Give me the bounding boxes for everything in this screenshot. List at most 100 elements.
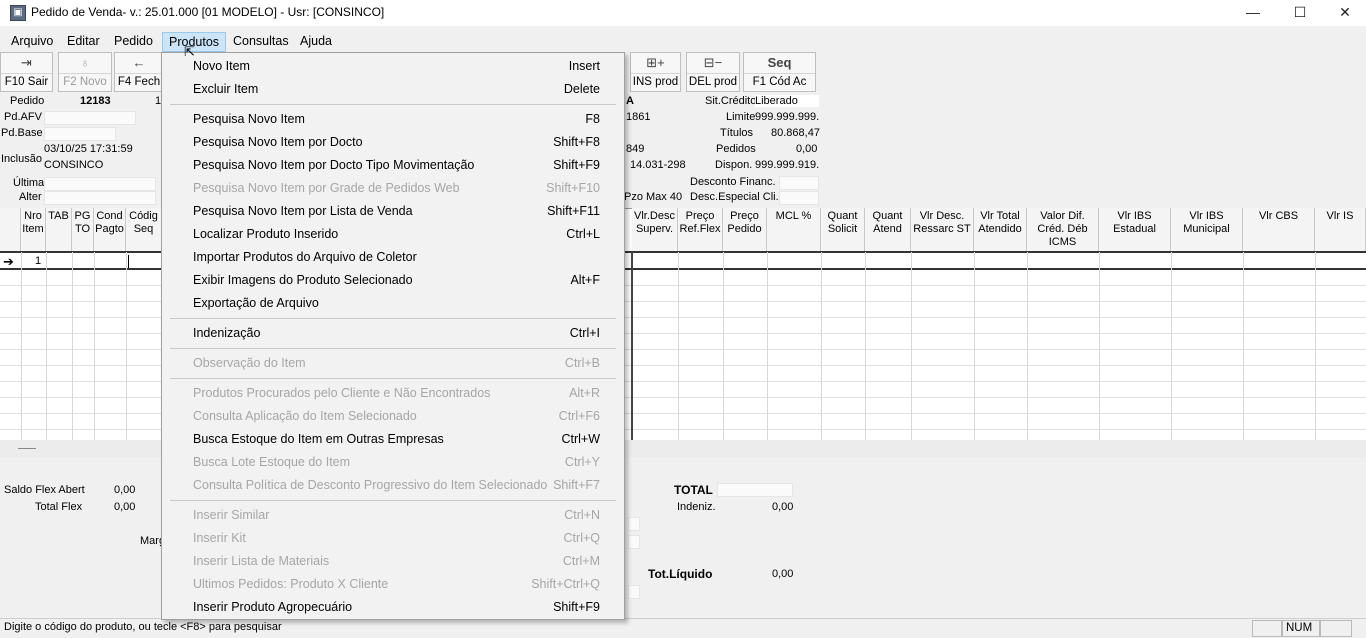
grid-col-line bbox=[46, 252, 47, 440]
col-mcl[interactable]: MCL % bbox=[767, 208, 821, 252]
tot-liquido-label: Tot.Líquido bbox=[648, 567, 713, 581]
exit-button-label: F10 Sair bbox=[1, 73, 52, 91]
mouse-cursor-icon: ⇱ bbox=[184, 44, 195, 59]
col-vlr-is[interactable]: Vlr IS bbox=[1315, 208, 1366, 252]
menu-item-localizar-produto-inserido[interactable]: Localizar Produto Inserido Ctrl+L bbox=[162, 223, 624, 246]
col-vlr-cbs[interactable]: Vlr CBS bbox=[1243, 208, 1315, 252]
close-order-button[interactable]: ← F4 Fech bbox=[114, 52, 164, 92]
menu-item-pesquisa-novo-item-por-docto-tipo-movimentacao[interactable]: Pesquisa Novo Item por Docto Tipo Movime… bbox=[162, 154, 624, 177]
menu-item-exportacao-de-arquivo[interactable]: Exportação de Arquivo bbox=[162, 292, 624, 315]
insert-product-button[interactable]: ⊞+ INS prod bbox=[630, 52, 681, 92]
menu-separator bbox=[170, 500, 616, 501]
menu-separator bbox=[170, 318, 616, 319]
back-arrow-icon: ← bbox=[132, 55, 146, 70]
menu-ajuda[interactable]: Ajuda bbox=[294, 32, 338, 52]
menu-item-pesquisa-novo-item-por-grade-de-pedidos-web: Pesquisa Novo Item por Grade de Pedidos … bbox=[162, 177, 624, 200]
menu-item-label: Busca Lote Estoque do Item bbox=[193, 455, 351, 469]
col-vlr-ibs-estadual[interactable]: Vlr IBS Estadual bbox=[1099, 208, 1171, 252]
pedido-label: Pedido bbox=[10, 95, 45, 107]
splitter-grip-icon bbox=[18, 448, 36, 449]
menu-item-label: Novo Item bbox=[193, 59, 250, 73]
grid-corner bbox=[0, 208, 21, 252]
sit-credito-label: Sit.Crédito bbox=[705, 95, 757, 107]
pdbase-field[interactable] bbox=[44, 127, 116, 141]
menu-item-importar-produtos-do-arquivo-de-coletor[interactable]: Importar Produtos do Arquivo de Coletor bbox=[162, 246, 624, 269]
summary-field bbox=[628, 585, 640, 599]
col-preco-ref-flex[interactable]: Preço Ref.Flex bbox=[678, 208, 723, 252]
seq-label: Seq bbox=[767, 55, 792, 70]
col-cond-pagto[interactable]: Cond Pagto bbox=[94, 208, 126, 252]
total-field bbox=[717, 483, 793, 497]
text-cursor[interactable] bbox=[128, 255, 129, 268]
titulos-label: Títulos bbox=[720, 127, 754, 139]
col-pgto[interactable]: PG TO bbox=[72, 208, 94, 252]
menu-separator bbox=[170, 348, 616, 349]
menu-item-shortcut: Ctrl+M bbox=[562, 554, 600, 568]
col-vlr-total-atendido[interactable]: Vlr Total Atendido bbox=[974, 208, 1027, 252]
menu-item-indenizacao[interactable]: Indenização Ctrl+I bbox=[162, 322, 624, 345]
menu-editar[interactable]: Editar bbox=[61, 32, 106, 52]
menu-arquivo[interactable]: Arquivo bbox=[5, 32, 59, 52]
maximize-icon[interactable]: ☐ bbox=[1277, 0, 1323, 26]
delete-product-label: DEL prod bbox=[687, 73, 739, 91]
menu-item-shortcut: Ctrl+Q bbox=[563, 531, 600, 545]
menu-item-label: Inserir Lista de Materiais bbox=[193, 554, 330, 568]
grid-col-line bbox=[72, 252, 73, 440]
menu-item-label: Pesquisa Novo Item por Lista de Venda bbox=[193, 204, 413, 218]
menu-item-novo-item[interactable]: Novo Item Insert bbox=[162, 55, 624, 78]
close-icon[interactable]: ✕ bbox=[1322, 0, 1366, 26]
desconto-financ-field[interactable] bbox=[779, 176, 819, 190]
menu-item-exibir-imagens-do-produto-selecionado[interactable]: Exibir Imagens do Produto Selecionado Alt… bbox=[162, 269, 624, 292]
menu-item-shortcut: Ctrl+N bbox=[564, 508, 600, 522]
menu-item-label: Inserir Similar bbox=[193, 508, 270, 522]
window-title: Pedido de Venda- v.: 25.01.000 [01 MODEL… bbox=[31, 5, 385, 19]
menu-item-pesquisa-novo-item-por-docto[interactable]: Pesquisa Novo Item por Docto Shift+F8 bbox=[162, 131, 624, 154]
menu-item-inserir-similar: Inserir Similar Ctrl+N bbox=[162, 504, 624, 527]
menu-item-pesquisa-novo-item-por-lista-de-venda[interactable]: Pesquisa Novo Item por Lista de Venda Shi… bbox=[162, 200, 624, 223]
grid-col-line bbox=[821, 252, 822, 440]
menu-item-busca-estoque-do-item-em-outras-empresas[interactable]: Busca Estoque do Item em Outras Empresas… bbox=[162, 428, 624, 451]
minimize-icon[interactable]: — bbox=[1230, 0, 1276, 26]
col-quant-atend[interactable]: Quant Atend bbox=[865, 208, 911, 252]
pdafv-label: Pd.AFV bbox=[4, 111, 42, 123]
grid-col-line bbox=[678, 252, 679, 440]
menu-item-shortcut: Alt+F bbox=[570, 273, 600, 287]
menu-item-ultimos-pedidos-produto-x-cliente: Ultimos Pedidos: Produto X Cliente Shift+… bbox=[162, 573, 624, 596]
menu-item-label: Consulta Aplicação do Item Selecionado bbox=[193, 409, 417, 423]
pdafv-field[interactable] bbox=[44, 111, 136, 125]
indeniz-value: 0,00 bbox=[772, 501, 794, 513]
grid-col-line bbox=[767, 252, 768, 440]
menu-consultas[interactable]: Consultas bbox=[227, 32, 295, 52]
produtos-dropdown-menu: Novo Item Insert Excluir Item Delete Pesquis… bbox=[161, 52, 625, 620]
menu-pedido[interactable]: Pedido bbox=[108, 32, 159, 52]
exit-button[interactable]: ⇥ F10 Sair bbox=[0, 52, 53, 92]
seq-button[interactable]: Seq F1 Cód Ac bbox=[743, 52, 816, 92]
col-codigo-seq[interactable]: Códig Seq bbox=[126, 208, 162, 252]
app-icon[interactable]: ▣ bbox=[10, 5, 26, 21]
menu-item-inserir-kit: Inserir Kit Ctrl+Q bbox=[162, 527, 624, 550]
col-vlr-desc-superv[interactable]: Vlr.Desc Superv. bbox=[632, 208, 678, 252]
col-valor-dif-icms[interactable]: Valor Dif. Créd. Déb ICMS bbox=[1027, 208, 1099, 252]
col-preco-pedido[interactable]: Preço Pedido bbox=[723, 208, 767, 252]
col-tab[interactable]: TAB bbox=[46, 208, 72, 252]
col-nro-item[interactable]: Nro Item bbox=[21, 208, 46, 252]
col-vlr-ibs-municipal[interactable]: Vlr IBS Municipal bbox=[1171, 208, 1243, 252]
grid-col-line bbox=[865, 252, 866, 440]
col-quant-solicit[interactable]: Quant Solicit bbox=[821, 208, 865, 252]
menu-item-shortcut: Insert bbox=[568, 59, 600, 73]
menu-item-label: Busca Estoque do Item em Outras Empresas bbox=[193, 432, 444, 446]
grid-col-line bbox=[1027, 252, 1028, 440]
menu-item-label: Exportação de Arquivo bbox=[193, 296, 319, 310]
menu-item-pesquisa-novo-item[interactable]: Pesquisa Novo Item F8 bbox=[162, 108, 624, 131]
desc-especial-field[interactable] bbox=[779, 191, 819, 205]
delete-product-button[interactable]: ⊟− DEL prod bbox=[686, 52, 740, 92]
menu-item-observacao-do-item: Observação do Item Ctrl+B bbox=[162, 352, 624, 375]
col-vlr-desc-ressarc[interactable]: Vlr Desc. Ressarc ST bbox=[911, 208, 974, 252]
new-button-label: F2 Novo bbox=[59, 73, 111, 91]
menu-item-inserir-produto-agropecuario[interactable]: Inserir Produto Agropecuário Shift+F9 bbox=[162, 596, 624, 619]
menu-item-label: Inserir Produto Agropecuário bbox=[193, 600, 353, 614]
menu-item-excluir-item[interactable]: Excluir Item Delete bbox=[162, 78, 624, 101]
new-button[interactable]: ♁ F2 Novo bbox=[58, 52, 112, 92]
insert-product-icon: ⊞+ bbox=[646, 55, 665, 70]
limite-value: 999.999.999. bbox=[755, 111, 820, 123]
